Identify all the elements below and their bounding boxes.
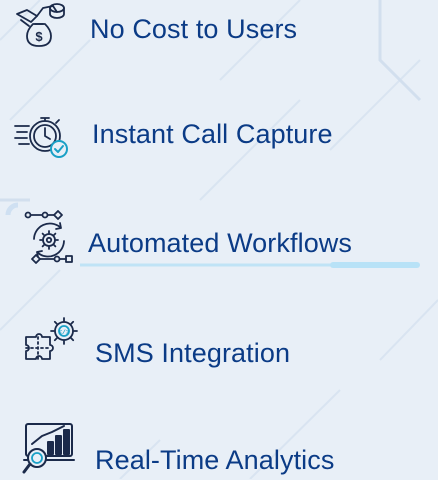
analytics-chart-icon bbox=[22, 420, 82, 480]
workflow-gear-icon bbox=[20, 207, 80, 267]
feature-label: Automated Workflows bbox=[88, 228, 353, 258]
puzzle-gear-icon: </> bbox=[22, 315, 82, 375]
feature-label: Real-Time Analytics bbox=[95, 445, 335, 475]
stopwatch-check-icon bbox=[13, 108, 73, 168]
svg-text:</>: </> bbox=[58, 329, 70, 336]
svg-text:$: $ bbox=[35, 29, 43, 44]
money-off-icon: $ bbox=[13, 0, 73, 60]
feature-label: Instant Call Capture bbox=[92, 119, 333, 149]
feature-label: No Cost to Users bbox=[90, 14, 298, 44]
feature-label: SMS Integration bbox=[95, 338, 291, 368]
